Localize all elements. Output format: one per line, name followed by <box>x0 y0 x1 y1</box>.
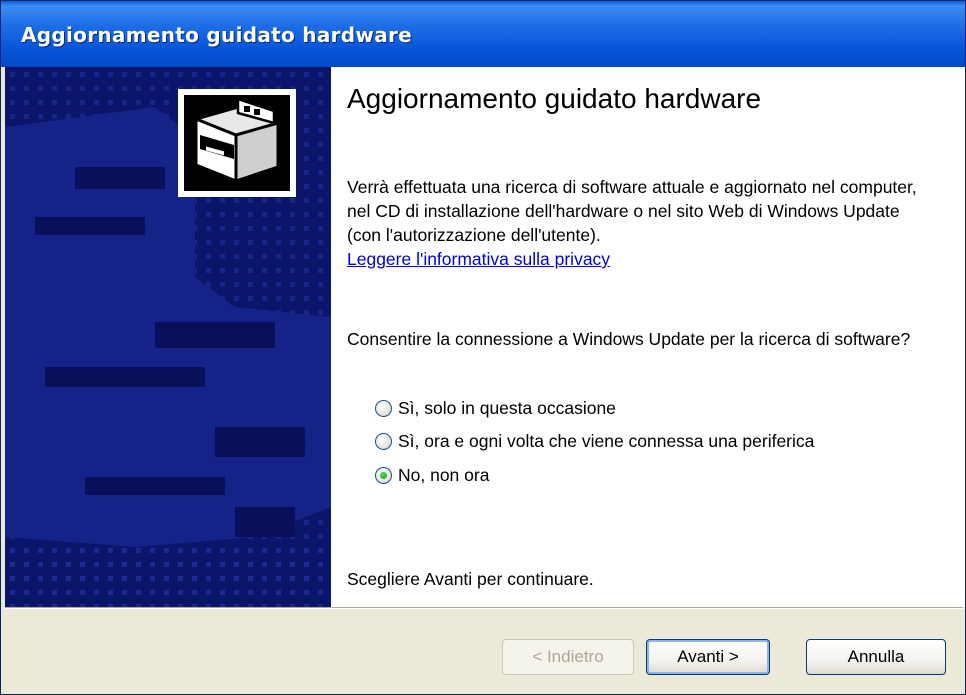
continue-instruction: Scegliere Avanti per continuare. <box>347 569 594 589</box>
radio-button[interactable] <box>375 400 392 417</box>
radio-option-yes-always[interactable]: Sì, ora e ogni volta che viene connessa … <box>375 431 814 452</box>
radio-option-yes-once[interactable]: Sì, solo in questa occasione <box>375 398 616 419</box>
window-title: Aggiornamento guidato hardware <box>21 23 413 47</box>
cancel-button[interactable]: Annulla <box>806 639 946 675</box>
hardware-device-icon <box>178 89 296 197</box>
radio-button[interactable] <box>375 433 392 450</box>
radio-button-selected[interactable] <box>375 467 392 484</box>
radio-label: No, non ora <box>398 465 490 485</box>
wizard-description: Verrà effettuata una ricerca di software… <box>347 177 917 245</box>
back-button[interactable]: < Indietro <box>502 639 634 675</box>
radio-label: Sì, solo in questa occasione <box>398 398 616 418</box>
wizard-heading: Aggiornamento guidato hardware <box>347 83 762 114</box>
radio-option-no[interactable]: No, non ora <box>375 465 489 486</box>
privacy-link[interactable]: Leggere l'informativa sulla privacy <box>347 249 610 270</box>
wizard-content: Aggiornamento guidato hardware Verrà eff… <box>331 67 965 607</box>
update-question: Consentire la connessione a Windows Upda… <box>347 329 911 349</box>
footer-separator <box>5 607 963 609</box>
radio-label: Sì, ora e ogni volta che viene connessa … <box>398 431 815 451</box>
title-bar[interactable]: Aggiornamento guidato hardware <box>1 1 965 67</box>
next-button[interactable]: Avanti > <box>646 639 770 675</box>
wizard-window: Aggiornamento guidato hardware Aggiornam… <box>0 0 966 695</box>
